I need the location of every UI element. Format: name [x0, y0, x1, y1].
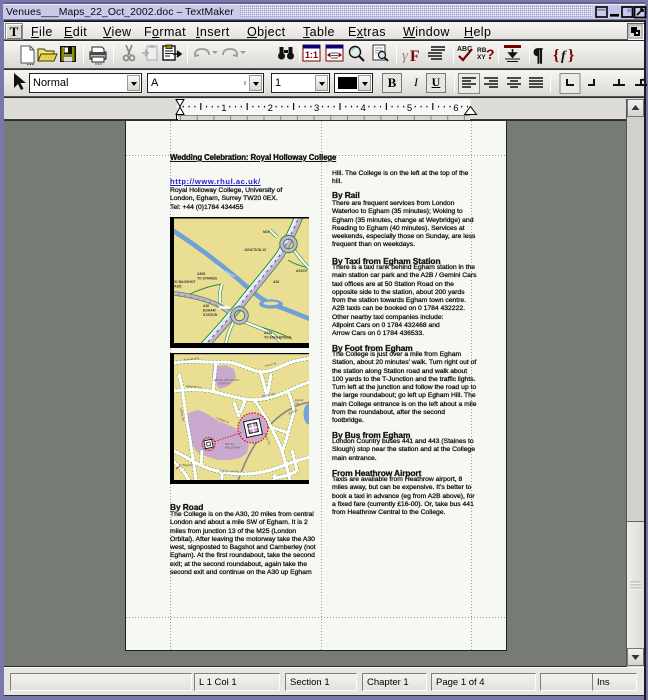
- svg-text:3: 3: [314, 103, 319, 114]
- svg-text:F: F: [410, 48, 419, 65]
- svg-text:TO BAGSHOT: TO BAGSHOT: [173, 280, 196, 284]
- svg-text:4: 4: [360, 103, 365, 114]
- svg-text:1: 1: [221, 103, 226, 114]
- svg-text:1:1: 1:1: [305, 50, 318, 60]
- svg-text:A30: A30: [273, 280, 279, 284]
- svg-text:M25: M25: [263, 230, 270, 234]
- svg-text:¶: ¶: [533, 45, 543, 66]
- svg-text:}: }: [568, 47, 574, 64]
- svg-text:{: {: [553, 47, 559, 64]
- svg-text:A30: A30: [203, 304, 209, 308]
- svg-text:γ: γ: [402, 48, 409, 64]
- svg-text:TO STAINES: TO STAINES: [197, 277, 218, 281]
- svg-text:2: 2: [268, 103, 273, 114]
- svg-text:HOLLOWAY: HOLLOWAY: [225, 446, 241, 450]
- svg-text:A328: A328: [264, 331, 272, 335]
- svg-text:To Bagshot: To Bagshot: [179, 463, 193, 467]
- svg-text:(A30): (A30): [173, 285, 181, 289]
- svg-text:EGHAM: EGHAM: [203, 309, 216, 313]
- svg-text:A308: A308: [197, 272, 205, 276]
- svg-text:ASCOT: ASCOT: [296, 269, 309, 273]
- svg-text:?: ?: [486, 46, 495, 62]
- svg-text:JUNCTION 13: JUNCTION 13: [244, 248, 266, 252]
- svg-text:Sta: Sta: [295, 402, 300, 406]
- svg-text:XY: XY: [477, 54, 486, 61]
- svg-text:f: f: [561, 49, 567, 64]
- svg-text:(NORTH): (NORTH): [218, 382, 230, 386]
- svg-text:Egham Hill A30: Egham Hill A30: [220, 469, 240, 474]
- svg-text:STATION: STATION: [203, 313, 218, 317]
- svg-text:5: 5: [407, 103, 412, 114]
- svg-text:6: 6: [453, 103, 458, 114]
- svg-text:TO ENGLEFIELD: TO ENGLEFIELD: [264, 336, 292, 340]
